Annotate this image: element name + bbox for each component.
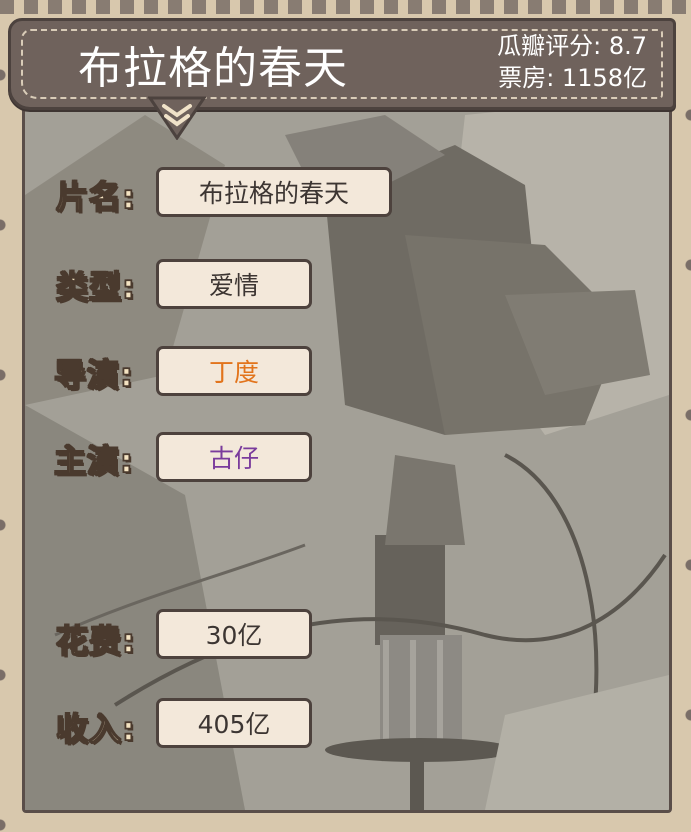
rating-value: 8.7 [608, 32, 647, 60]
ticket-perforation-top [0, 0, 691, 14]
field-label-genre: 类型: [55, 267, 136, 307]
field-label-revenue: 收入: [55, 709, 136, 749]
field-value-cost: 30亿 [156, 609, 312, 659]
box-office-label: 票房 [498, 64, 547, 92]
field-value-revenue: 405亿 [156, 698, 312, 748]
field-label-lead-actor: 主演: [53, 441, 134, 481]
field-label-cost: 花费: [55, 621, 136, 661]
ticket-perforation-right [681, 0, 691, 832]
rating-label: 瓜瓣评分 [497, 32, 594, 60]
field-label-director: 导演: [53, 355, 134, 395]
box-office-value: 1158亿 [561, 64, 647, 92]
ticket-perforation-left [0, 0, 10, 832]
field-value-director: 丁度 [156, 346, 312, 396]
field-label-title: 片名: [55, 177, 136, 217]
rating-line: 瓜瓣评分: 8.7 [497, 32, 647, 60]
field-value-title: 布拉格的春天 [156, 167, 392, 217]
movie-title: 布拉格的春天 [78, 43, 348, 94]
field-value-lead-actor: 古仔 [156, 432, 312, 482]
double-chevron-down-icon[interactable] [148, 96, 206, 140]
field-value-genre: 爱情 [156, 259, 312, 309]
box-office-line: 票房: 1158亿 [498, 64, 647, 92]
